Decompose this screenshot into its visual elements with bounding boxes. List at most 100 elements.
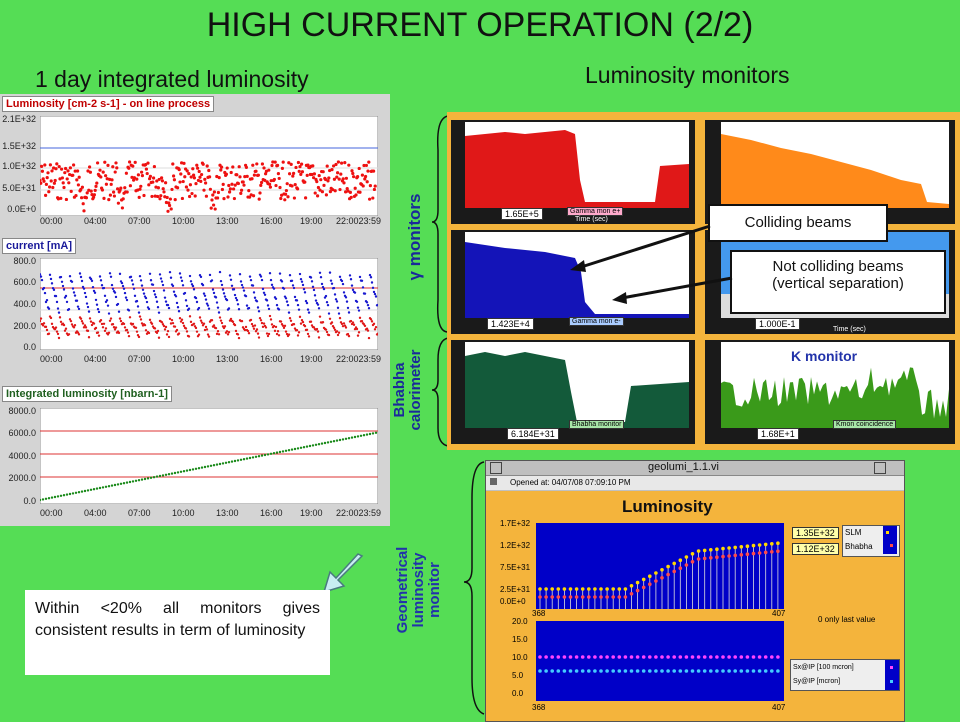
current-eplus-point xyxy=(113,326,115,328)
luminosity-point xyxy=(273,178,276,181)
luminosity-point xyxy=(278,177,281,180)
current-eminus-point xyxy=(150,279,152,281)
current-eplus-point xyxy=(293,323,295,325)
integrated-point xyxy=(258,455,260,457)
current-eplus-point xyxy=(277,330,279,332)
current-eplus-point xyxy=(103,323,105,325)
current-eminus-point xyxy=(261,279,263,281)
sx-point xyxy=(685,655,689,659)
bhabha-point xyxy=(593,595,597,599)
current-eplus-point xyxy=(304,325,306,327)
bhabha-point xyxy=(770,550,774,554)
sx-point xyxy=(648,655,652,659)
luminosity-point xyxy=(147,183,150,186)
current-eplus-point xyxy=(178,332,180,334)
current-eminus-point xyxy=(239,273,241,275)
integrated-point xyxy=(219,463,221,465)
current-eplus-point xyxy=(205,326,207,328)
current-eminus-point xyxy=(164,296,166,298)
integrated-point xyxy=(357,435,359,437)
x-tick: 04:00 xyxy=(84,216,107,226)
current-eplus-point xyxy=(171,319,173,321)
current-eplus-point xyxy=(319,315,321,317)
current-eminus-point xyxy=(252,284,254,286)
current-eminus-point xyxy=(55,295,57,297)
current-eplus-point xyxy=(356,328,358,330)
geo-label-line2: luminosity xyxy=(411,530,427,650)
y-tick: 0.0E+0 xyxy=(500,597,526,606)
current-eminus-point xyxy=(50,278,52,280)
luminosity-point xyxy=(232,187,235,190)
luminosity-point xyxy=(51,186,54,189)
slm-point xyxy=(764,543,768,547)
luminosity-point xyxy=(372,170,375,173)
current-eminus-point xyxy=(310,276,312,278)
current-eminus-point xyxy=(122,285,124,287)
current-eminus-point xyxy=(230,279,232,281)
current-eminus-point xyxy=(198,307,200,309)
current-eminus-point xyxy=(43,287,45,289)
current-eminus-point xyxy=(60,276,62,278)
legend-top: SLM Bhabha xyxy=(842,525,900,557)
luminosity-point xyxy=(176,186,179,189)
luminosity-point xyxy=(66,177,69,180)
current-eminus-point xyxy=(229,274,231,276)
current-eminus-point xyxy=(208,307,210,309)
luminosity-point xyxy=(269,186,272,189)
only-last-value[interactable]: 0 only last value xyxy=(818,615,875,624)
window-titlebar[interactable]: geolumi_1.1.vi xyxy=(486,461,904,476)
sx-point xyxy=(672,655,676,659)
current-eplus-point xyxy=(297,334,299,336)
current-eplus-point xyxy=(357,334,359,336)
luminosity-point xyxy=(55,162,58,165)
integrated-point xyxy=(165,474,167,476)
current-eminus-point xyxy=(62,285,64,287)
luminosity-point xyxy=(159,194,162,197)
sy-point xyxy=(685,669,689,673)
current-eminus-point xyxy=(97,308,99,310)
current-eminus-point xyxy=(169,271,171,273)
current-eminus-point xyxy=(160,277,162,279)
current-eminus-point xyxy=(271,284,273,286)
current-eminus-point xyxy=(157,306,159,308)
current-eminus-point xyxy=(190,280,192,282)
current-eminus-point xyxy=(257,306,259,308)
slm-point xyxy=(672,562,676,566)
current-eminus-point xyxy=(167,304,169,306)
current-eplus-point xyxy=(336,330,338,332)
luminosity-point xyxy=(102,171,105,174)
sx-point xyxy=(758,655,762,659)
bhabha-point xyxy=(611,595,615,599)
integrated-point xyxy=(327,441,329,443)
luminosity-point xyxy=(211,193,214,196)
current-eplus-point xyxy=(364,325,366,327)
integrated-point xyxy=(231,460,233,462)
luminosity-point xyxy=(301,170,304,173)
current-eminus-point xyxy=(314,294,316,296)
current-eplus-point xyxy=(43,322,45,324)
x-tick: 22:0023:59 xyxy=(336,354,381,364)
current-eplus-point xyxy=(334,329,336,331)
integrated-point xyxy=(306,445,308,447)
current-eminus-point xyxy=(188,308,190,310)
bhabha-point xyxy=(752,552,756,556)
bhabha-point xyxy=(642,586,646,590)
y-tick: 1.7E+32 xyxy=(500,519,530,528)
luminosity-point xyxy=(135,178,138,181)
current-eplus-point xyxy=(238,337,240,339)
window-zoom-box[interactable] xyxy=(874,462,886,474)
current-eplus-point xyxy=(102,326,104,328)
luminosity-point xyxy=(160,176,163,179)
current-eminus-point xyxy=(106,299,108,301)
window-close-box[interactable] xyxy=(490,462,502,474)
sy-point xyxy=(727,669,731,673)
integrated-point xyxy=(210,465,212,467)
luminosity-point xyxy=(342,177,345,180)
current-eminus-point xyxy=(124,292,126,294)
slm-point xyxy=(605,587,609,591)
run-icon[interactable] xyxy=(490,478,497,485)
current-eminus-point xyxy=(300,278,302,280)
sx-point xyxy=(733,655,737,659)
slm-point xyxy=(550,587,554,591)
luminosity-point xyxy=(172,174,175,177)
